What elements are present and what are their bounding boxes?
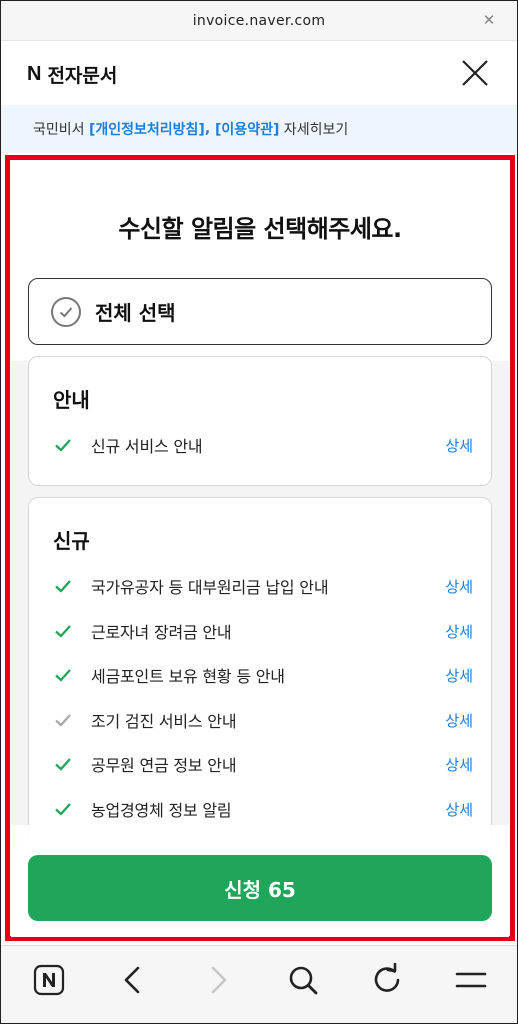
detail-link[interactable]: 상세	[445, 621, 473, 642]
section-title: 안내	[53, 388, 90, 412]
privacy-policy-link[interactable]: [개인정보처리방침]	[89, 119, 205, 139]
item-label: 근로자녀 장려금 안내	[91, 623, 232, 642]
detail-link[interactable]: 상세	[445, 799, 473, 820]
select-all-label: 전체 선택	[95, 301, 176, 325]
section-title: 신규	[53, 529, 90, 553]
panel-title: 수신할 알림을 선택해주세요.	[118, 215, 402, 243]
url-bar[interactable]: invoice.naver.com ✕	[1, 1, 517, 41]
naver-home-icon[interactable]	[31, 962, 67, 998]
section-card-guide: 안내 신규 서비스 안내 상세	[28, 356, 492, 486]
check-icon[interactable]	[53, 576, 73, 596]
item-label: 세금포인트 보유 현황 등 안내	[91, 667, 285, 686]
back-arrow-icon[interactable]	[115, 962, 151, 998]
list-item[interactable]: 신규 서비스 안내 상세	[29, 428, 493, 462]
list-item[interactable]: 근로자녀 장려금 안내 상세	[29, 614, 493, 648]
notice-separator: ,	[204, 121, 216, 137]
list-item[interactable]: 국가유공자 등 대부원리금 납입 안내 상세	[29, 569, 493, 603]
check-icon-unchecked[interactable]	[53, 710, 73, 730]
item-label: 농업경영체 정보 알림	[91, 801, 232, 820]
check-icon[interactable]	[53, 621, 73, 641]
check-icon[interactable]	[53, 435, 73, 455]
close-icon[interactable]	[459, 57, 491, 89]
item-label: 국가유공자 등 대부원리금 납입 안내	[91, 578, 329, 597]
browser-toolbar	[1, 945, 517, 1023]
url-text: invoice.naver.com	[192, 12, 326, 29]
search-icon[interactable]	[285, 962, 321, 998]
detail-link[interactable]: 상세	[445, 710, 473, 731]
check-icon[interactable]	[53, 665, 73, 685]
detail-link[interactable]: 상세	[445, 665, 473, 686]
notification-selection-panel: 수신할 알림을 선택해주세요. 전체 선택 안내 신규 서비스 안내 상세 신규…	[11, 161, 509, 937]
select-all-toggle[interactable]: 전체 선택	[28, 278, 492, 345]
policy-notice: 국민비서 [개인정보처리방침] , [이용약관] 자세히보기	[1, 105, 517, 153]
check-icon[interactable]	[53, 799, 73, 819]
apply-button[interactable]: 신청 65	[28, 855, 492, 921]
notice-suffix[interactable]: 자세히보기	[279, 119, 348, 139]
check-circle-icon	[51, 296, 81, 327]
menu-icon[interactable]	[453, 962, 489, 998]
page-title: 전자문서	[47, 65, 118, 87]
logo: N 전자문서	[27, 61, 117, 88]
terms-link[interactable]: [이용약관]	[215, 119, 279, 139]
list-item[interactable]: 농업경영체 정보 알림 상세	[29, 792, 493, 826]
detail-link[interactable]: 상세	[445, 576, 473, 597]
detail-link[interactable]: 상세	[445, 435, 473, 456]
check-icon[interactable]	[53, 754, 73, 774]
item-label: 신규 서비스 안내	[91, 437, 203, 456]
refresh-icon[interactable]	[369, 962, 405, 998]
item-label: 공무원 연금 정보 안내	[91, 756, 237, 775]
list-item[interactable]: 세금포인트 보유 현황 등 안내 상세	[29, 658, 493, 692]
detail-link[interactable]: 상세	[445, 754, 473, 775]
item-label: 조기 검진 서비스 안내	[91, 712, 237, 731]
notice-prefix: 국민비서	[33, 122, 89, 138]
list-item[interactable]: 조기 검진 서비스 안내 상세	[29, 703, 493, 737]
list-item[interactable]: 공무원 연금 정보 안내 상세	[29, 747, 493, 781]
naver-logo-icon: N	[27, 63, 42, 85]
app-header: N 전자문서	[1, 41, 517, 105]
forward-arrow-icon[interactable]	[200, 962, 236, 998]
close-icon[interactable]: ✕	[481, 12, 497, 28]
